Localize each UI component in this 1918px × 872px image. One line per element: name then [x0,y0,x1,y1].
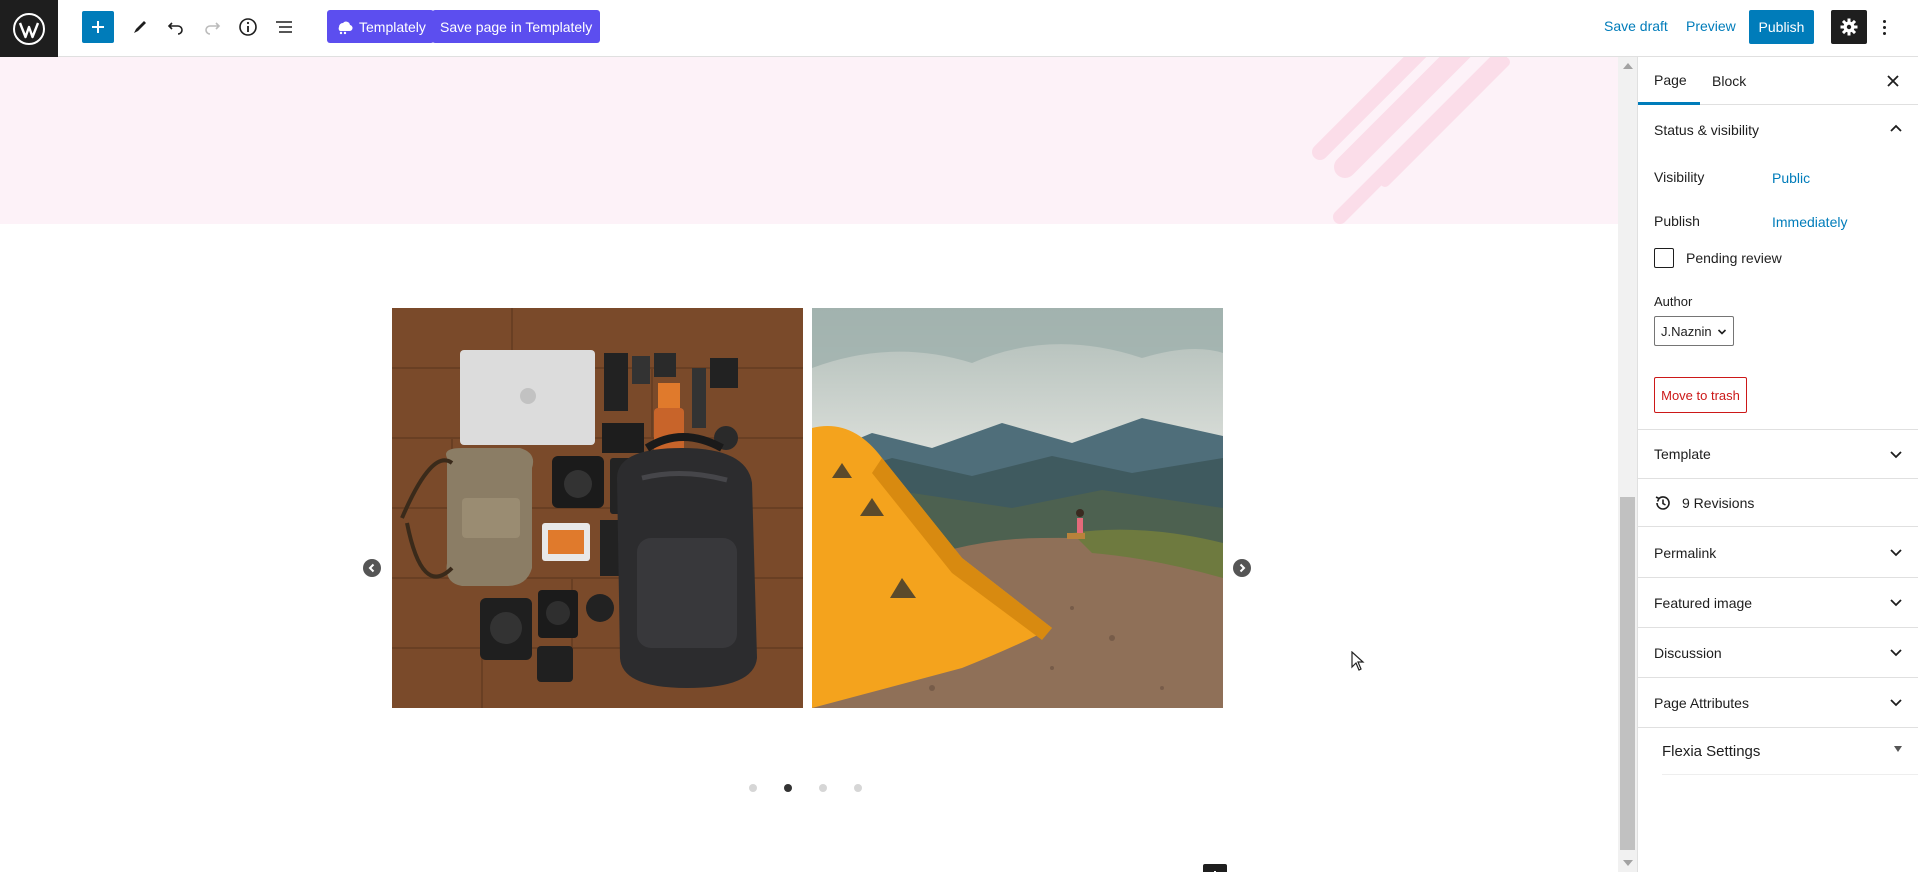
list-view-icon [276,20,292,33]
editor-toolbar: Templately Save page in Templately Save … [0,0,1918,57]
redo-button[interactable] [196,10,228,43]
tab-block[interactable]: Block [1696,57,1762,105]
canvas-scrollbar[interactable] [1618,57,1637,872]
tab-page[interactable]: Page [1638,57,1700,105]
author-select[interactable]: J.Naznin [1654,316,1734,346]
panel-featured-image-title: Featured image [1654,594,1753,611]
panel-discussion-header[interactable]: Discussion [1638,628,1918,678]
templately-icon [338,21,353,34]
chevron-down-icon [1890,451,1902,459]
slider-dot-2[interactable] [784,784,792,792]
panel-discussion-title: Discussion [1654,644,1722,661]
panel-permalink-title: Permalink [1654,544,1717,561]
undo-button[interactable] [160,10,192,43]
undo-icon [167,21,183,35]
flexia-settings-toggle[interactable]: Flexia Settings [1662,743,1760,760]
slider-dot-4[interactable] [854,784,862,792]
chevron-down-icon [1717,329,1727,335]
templately-button[interactable]: Templately [327,10,434,43]
sidebar-tabs: Page Block [1638,57,1918,105]
panel-page-attributes-header[interactable]: Page Attributes [1638,678,1918,728]
gear-icon [1840,18,1858,36]
decorative-stripes [1312,57,1510,224]
settings-button[interactable] [1831,10,1867,44]
settings-sidebar: Page Block Status & visibility Visibilit… [1637,57,1918,872]
visibility-toggle[interactable]: Public [1772,170,1810,186]
chevron-right-icon [1239,563,1246,573]
info-icon [239,17,257,36]
panel-template-header[interactable]: Template [1638,430,1918,479]
chevron-down-icon [1890,649,1902,657]
revisions-link[interactable]: 9 Revisions [1638,479,1918,527]
chevron-down-icon [1890,599,1902,607]
kebab-menu-icon[interactable] [1876,14,1892,40]
slider-pagination [749,784,862,792]
publish-button[interactable]: Publish [1749,10,1814,44]
mouse-cursor-icon [1351,651,1365,671]
triangle-down-icon[interactable] [1894,746,1902,752]
save-in-templately-button[interactable]: Save page in Templately [432,10,601,43]
close-icon[interactable] [1884,72,1902,90]
tools-button[interactable] [124,10,156,43]
move-to-trash-button[interactable]: Move to trash [1654,377,1747,413]
panel-page-attributes-title: Page Attributes [1654,694,1749,711]
author-value: J.Naznin [1661,323,1712,339]
preview-button[interactable]: Preview [1686,18,1736,34]
publish-label: Publish [1654,213,1700,229]
slide-flatlay-camera-gear[interactable] [392,308,803,708]
hero-section[interactable] [0,57,1618,224]
add-block-button[interactable] [82,11,114,43]
list-view-button[interactable] [268,10,300,43]
wordpress-logo-icon[interactable] [0,0,58,57]
chevron-left-icon [368,563,375,573]
panel-template-title: Template [1654,446,1711,462]
chevron-down-icon [1890,699,1902,707]
panel-featured-image-header[interactable]: Featured image [1638,578,1918,628]
redo-icon [205,21,221,35]
slider-next-button[interactable] [1233,559,1251,577]
templately-label: Templately [359,18,426,35]
block-inserter-button[interactable] [1203,864,1227,872]
chevron-up-icon [1890,124,1902,132]
details-button[interactable] [232,10,264,43]
pending-review-label: Pending review [1686,250,1782,266]
visibility-label: Visibility [1654,169,1705,185]
scroll-thumb[interactable] [1620,497,1635,850]
scroll-down-arrow-icon[interactable] [1623,860,1633,866]
author-label: Author [1654,294,1693,309]
publish-date-toggle[interactable]: Immediately [1772,214,1847,230]
divider [1662,774,1918,775]
revisions-label: 9 Revisions [1682,494,1755,511]
plus-icon [92,21,104,33]
panel-status-visibility-header[interactable]: Status & visibility [1638,105,1918,155]
panel-status-visibility-title: Status & visibility [1654,122,1760,138]
chevron-down-icon [1890,549,1902,557]
save-draft-button[interactable]: Save draft [1604,18,1668,34]
slider-prev-button[interactable] [363,559,381,577]
editor-canvas [0,57,1618,872]
slide-yellow-tent-mountain[interactable] [812,308,1223,708]
history-icon [1655,495,1670,510]
panel-permalink-header[interactable]: Permalink [1638,528,1918,578]
pending-review-checkbox[interactable] [1654,248,1674,268]
scroll-up-arrow-icon[interactable] [1623,63,1633,69]
slider-dot-1[interactable] [749,784,757,792]
slider-dot-3[interactable] [819,784,827,792]
pencil-icon [134,20,146,33]
